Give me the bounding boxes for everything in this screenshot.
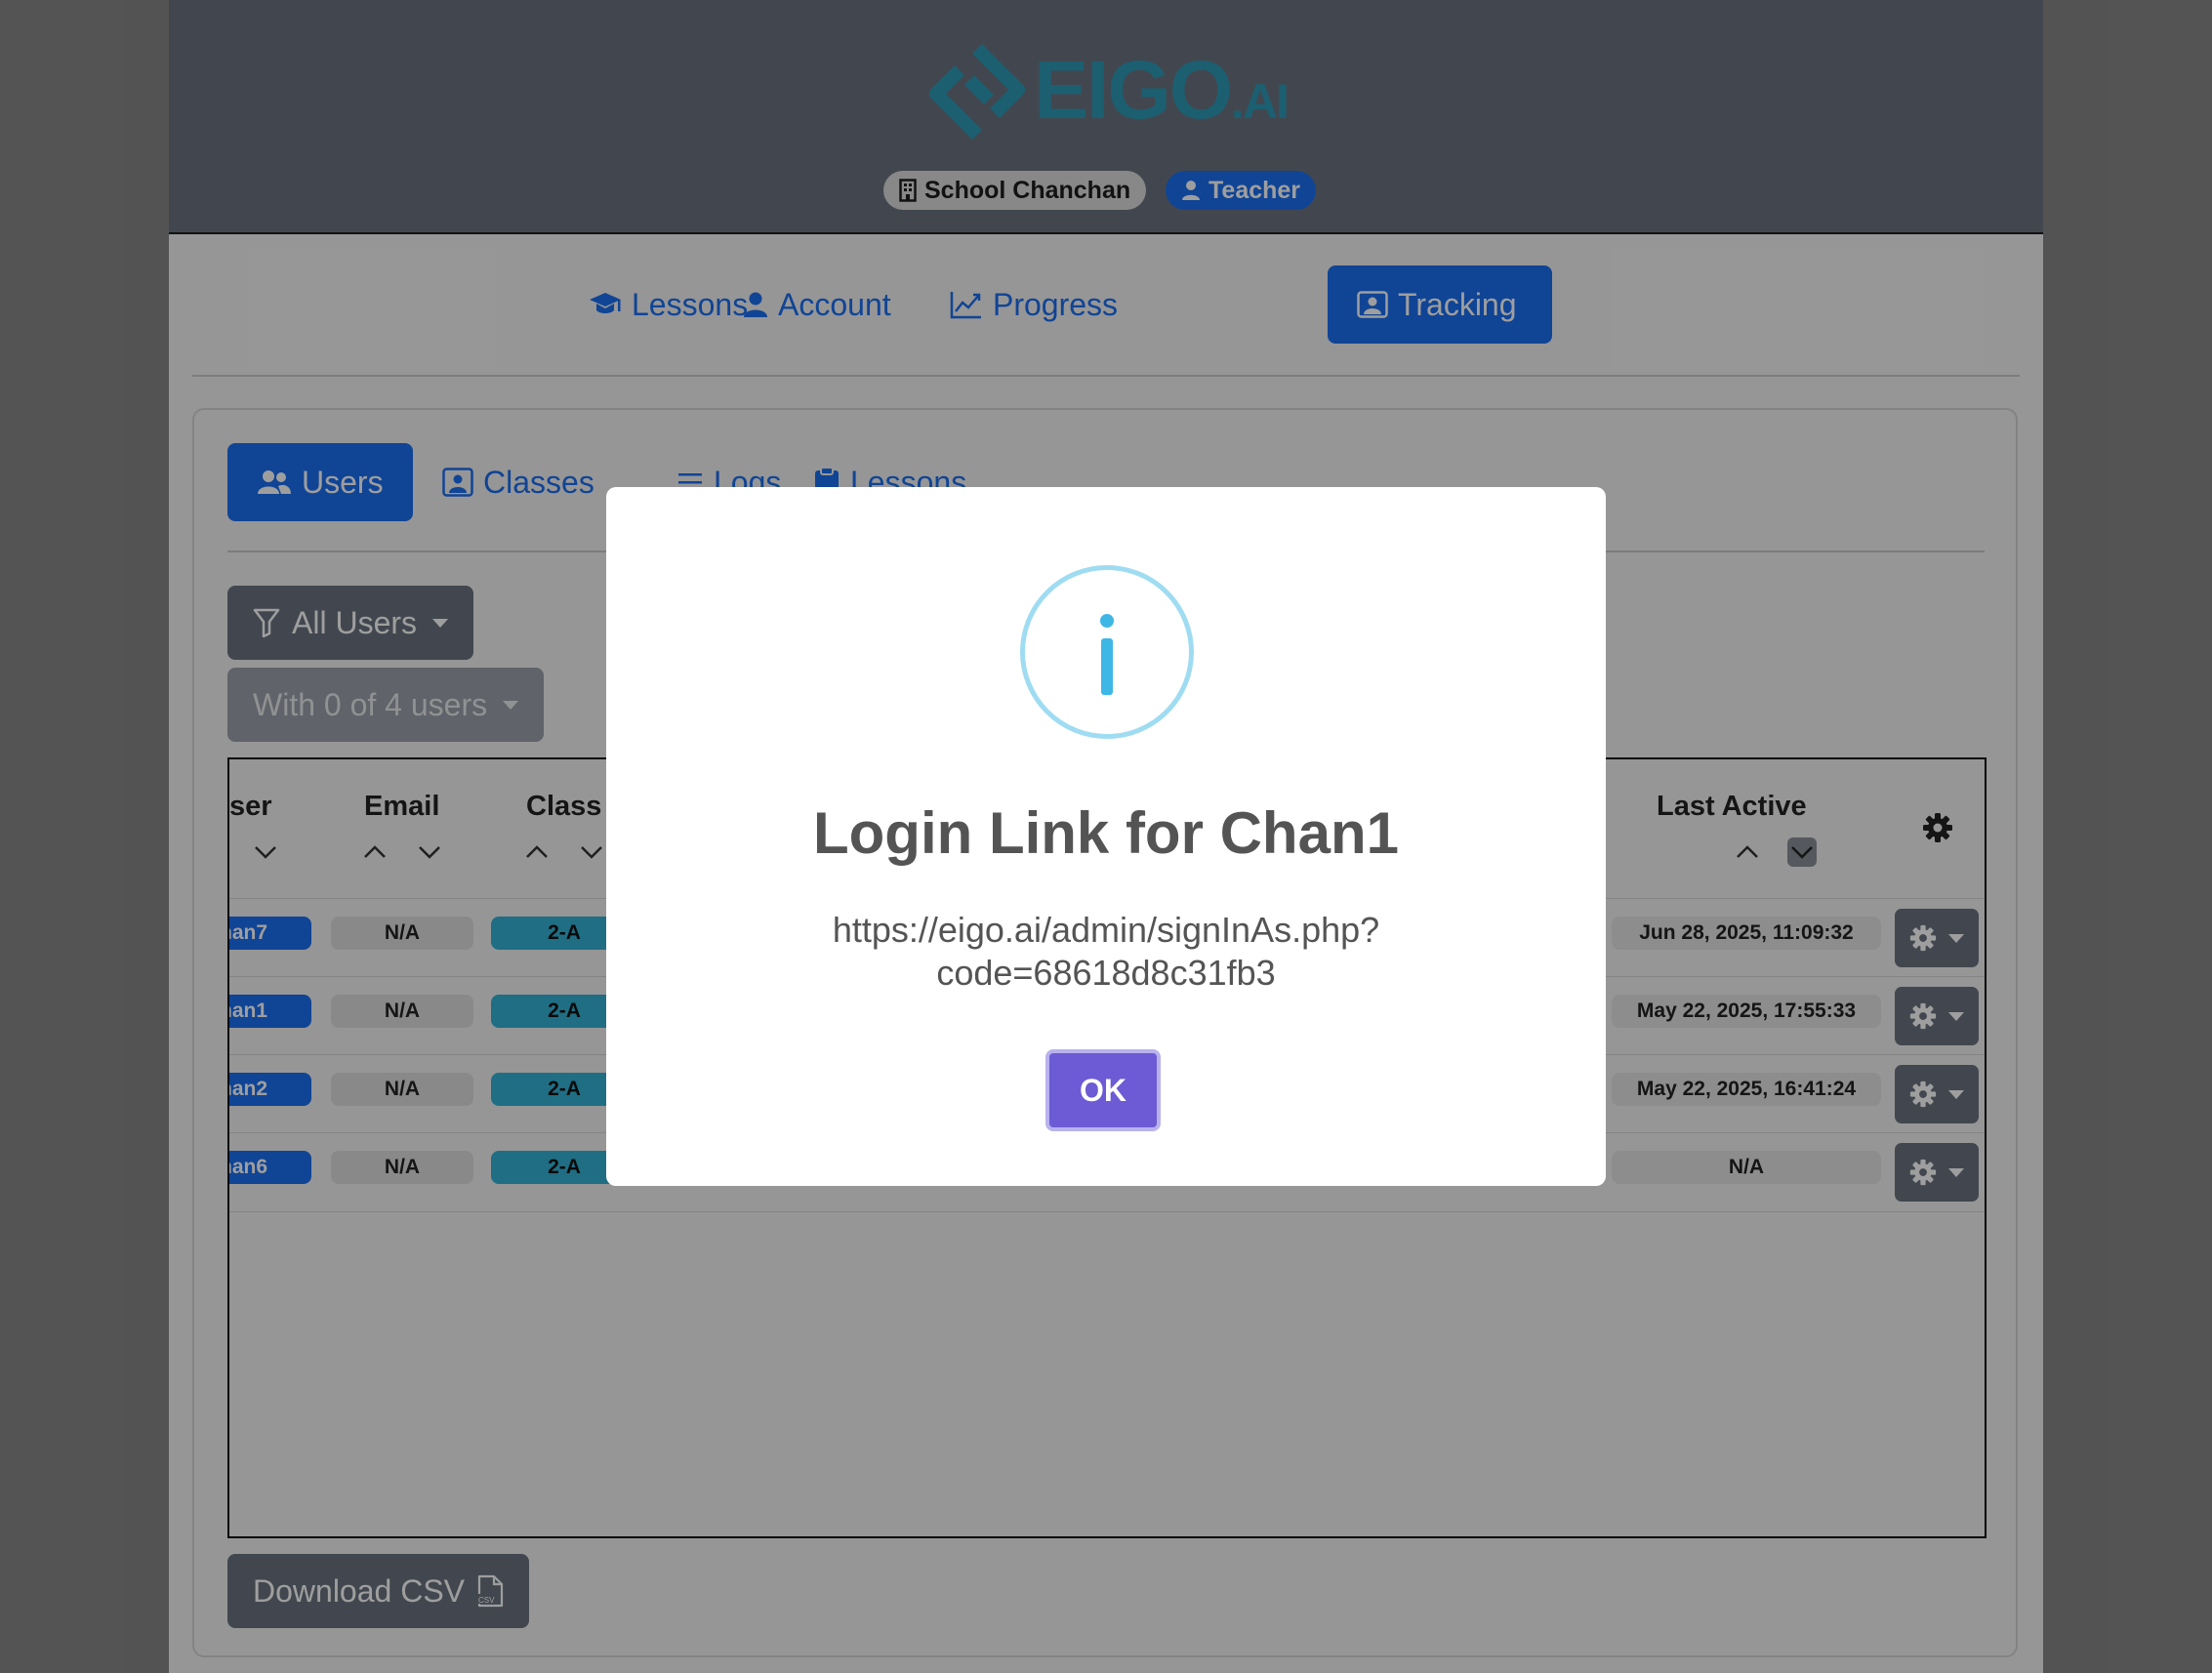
login-link-dialog: Login Link for Chan1 https://eigo.ai/adm… <box>606 487 1606 1186</box>
ok-button[interactable]: OK <box>1045 1049 1161 1131</box>
info-icon <box>1020 565 1194 739</box>
login-link-text[interactable]: https://eigo.ai/admin/signInAs.php?code=… <box>801 909 1411 995</box>
dialog-title: Login Link for Chan1 <box>813 800 1399 866</box>
